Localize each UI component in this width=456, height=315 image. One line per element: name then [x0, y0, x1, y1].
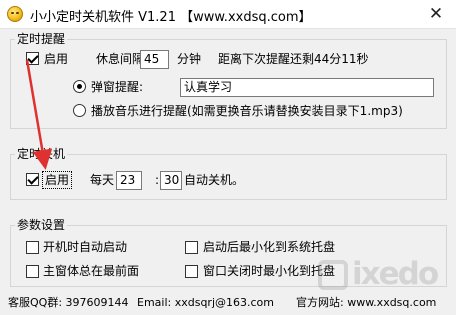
popup-radio[interactable]	[73, 80, 86, 93]
minimize-on-start-checkbox[interactable]	[185, 241, 198, 254]
title-bar: 小小定时关机软件 V1.21 【www.xxdsq.com】 ✕	[0, 0, 456, 29]
interval-label: 休息间隔	[96, 52, 145, 66]
reminder-enable-checkbox[interactable]	[26, 52, 39, 65]
minute-input[interactable]: 30	[160, 171, 182, 190]
music-label[interactable]: 播放音乐进行提醒(如需更换音乐请替换安装目录下1.mp3)	[91, 103, 403, 119]
popup-text-input[interactable]: 认真学习	[180, 78, 434, 97]
always-on-top-checkbox[interactable]	[26, 265, 39, 278]
window-title: 小小定时关机软件 V1.21 【www.xxdsq.com】	[30, 10, 312, 25]
minimize-on-close-checkbox[interactable]	[185, 265, 198, 278]
always-on-top-label[interactable]: 主窗体总在最前面	[43, 263, 139, 279]
music-radio[interactable]	[73, 104, 86, 117]
watermark-logo: ixedo	[318, 256, 452, 296]
shutdown-group-label: 定时关机	[15, 147, 68, 162]
watermark-text: ixedo	[352, 256, 439, 292]
shutdown-enable-checkbox[interactable]	[26, 173, 39, 186]
close-button[interactable]: ✕	[426, 4, 446, 24]
interval-input[interactable]: 45	[140, 50, 169, 69]
minimize-on-start-label[interactable]: 启动后最小化到系统托盘	[203, 239, 335, 255]
reminder-enable-label[interactable]: 启用	[44, 51, 68, 67]
shutdown-enable-label[interactable]: 启用	[42, 171, 73, 189]
popup-label[interactable]: 弹窗提醒:	[91, 79, 143, 95]
autostart-label[interactable]: 开机时自动启动	[43, 239, 127, 255]
time-colon: :	[155, 173, 160, 187]
hour-input[interactable]: 23	[116, 171, 142, 190]
autostart-checkbox[interactable]	[26, 241, 39, 254]
smiley-app-icon	[7, 6, 23, 22]
daily-label: 每天	[90, 173, 115, 187]
interval-unit: 分钟	[177, 52, 202, 66]
qq-group-text: 客服QQ群: 397609144	[8, 296, 129, 309]
settings-group-label: 参数设置	[15, 218, 68, 233]
watermark-mark-icon	[318, 260, 348, 290]
minimize-on-close-label[interactable]: 窗口关闭时最小化到托盘	[203, 263, 335, 279]
countdown-text: 距离下次提醒还剩44分11秒	[218, 52, 369, 66]
shutdown-suffix-text: 自动关机。	[184, 173, 245, 187]
reminder-group-label: 定时提醒	[15, 32, 68, 47]
email-text: Email: xxdsqrj@163.com	[137, 296, 275, 309]
